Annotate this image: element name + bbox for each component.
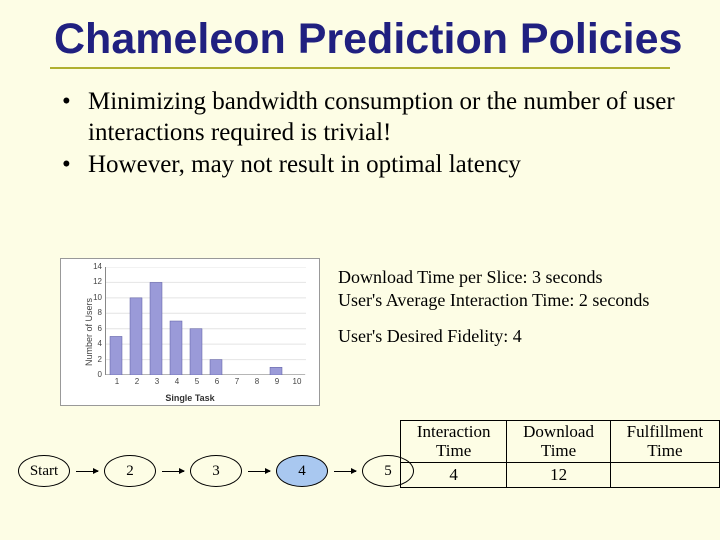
param-fidelity: User's Desired Fidelity: 4 (338, 325, 649, 348)
flow-node: 3 (190, 455, 242, 487)
timing-table: Interaction Time Download Time Fulfillme… (400, 420, 720, 488)
th-interaction: Interaction Time (401, 421, 507, 463)
bullet-item: However, may not result in optimal laten… (62, 150, 720, 181)
param-download: Download Time per Slice: 3 seconds (338, 266, 649, 289)
xtick: 3 (151, 377, 163, 386)
th-download: Download Time (507, 421, 611, 463)
chart-xlabel: Single Task (61, 393, 319, 403)
parameter-block: Download Time per Slice: 3 seconds User'… (338, 258, 649, 406)
xtick: 4 (171, 377, 183, 386)
flow-node: Start (18, 455, 70, 487)
xtick: 6 (211, 377, 223, 386)
ytick: 10 (86, 293, 102, 302)
flow-node: 2 (104, 455, 156, 487)
bar-chart: Number of Users 0246810121412345678910 S… (60, 258, 320, 406)
td-interaction: 4 (401, 463, 507, 488)
td-download: 12 (507, 463, 611, 488)
xtick: 2 (131, 377, 143, 386)
th-fulfillment: Fulfillment Time (610, 421, 719, 463)
xtick: 1 (111, 377, 123, 386)
bullet-list: Minimizing bandwidth consumption or the … (62, 87, 720, 181)
title-rule (50, 67, 670, 69)
arrow-icon (248, 471, 270, 472)
flow-node: 4 (276, 455, 328, 487)
xtick: 7 (231, 377, 243, 386)
flow-diagram: Start 2 3 4 5 (18, 455, 414, 487)
arrow-icon (76, 471, 98, 472)
xtick: 10 (291, 377, 303, 386)
ytick: 14 (86, 262, 102, 271)
param-interaction: User's Average Interaction Time: 2 secon… (338, 289, 649, 312)
arrow-icon (334, 471, 356, 472)
ytick: 0 (86, 370, 102, 379)
slide-title: Chameleon Prediction Policies (0, 0, 720, 61)
bullet-item: Minimizing bandwidth consumption or the … (62, 87, 720, 148)
arrow-icon (162, 471, 184, 472)
xtick: 5 (191, 377, 203, 386)
xtick: 9 (271, 377, 283, 386)
ytick: 2 (86, 355, 102, 364)
ytick: 12 (86, 277, 102, 286)
xtick: 8 (251, 377, 263, 386)
ytick: 6 (86, 324, 102, 333)
flow-node: 5 (362, 455, 414, 487)
td-fulfillment (610, 463, 719, 488)
ytick: 4 (86, 339, 102, 348)
ytick: 8 (86, 308, 102, 317)
